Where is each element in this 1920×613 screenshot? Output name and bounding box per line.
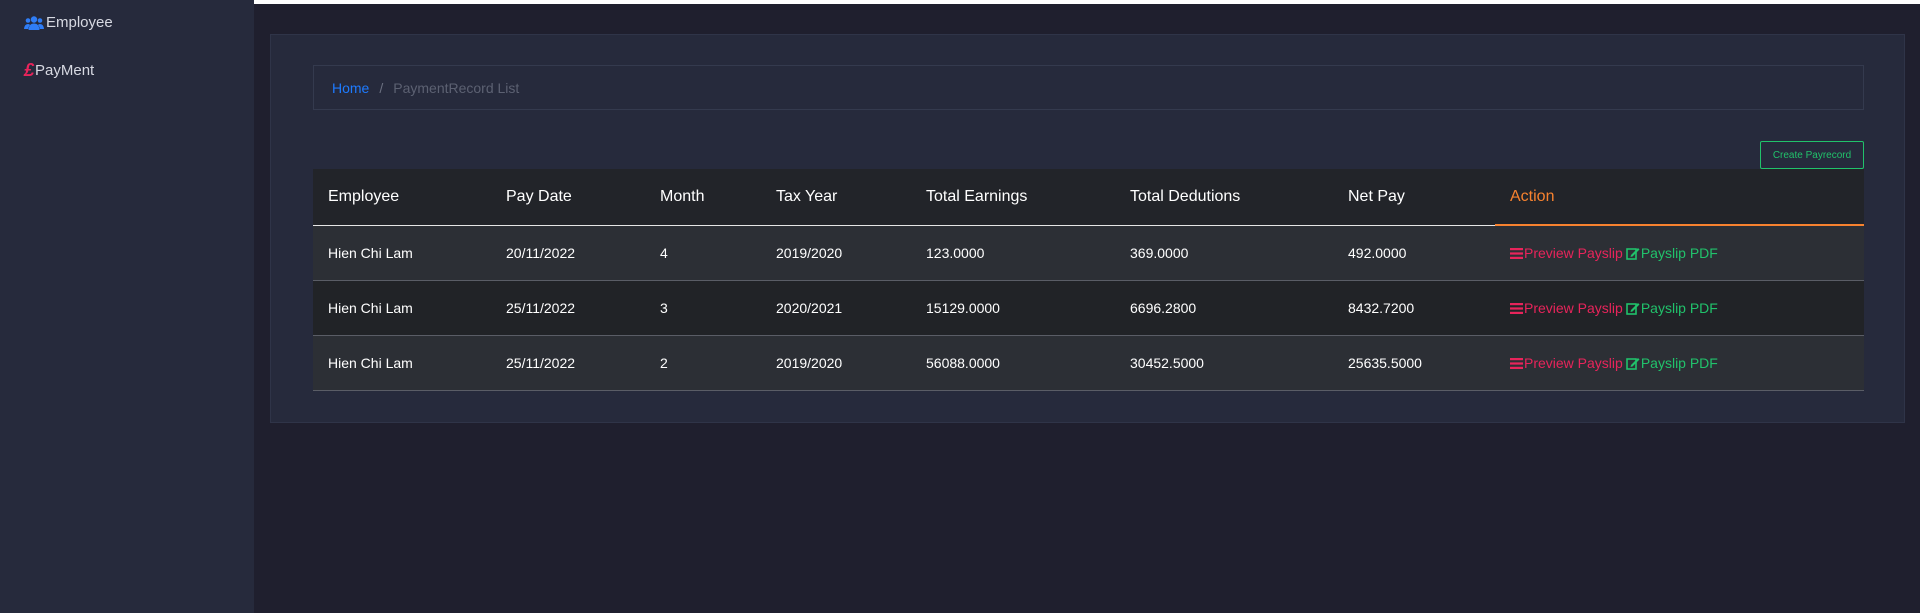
top-bar <box>254 0 1920 4</box>
bars-icon <box>1510 247 1523 259</box>
sidebar-item-label: PayMent <box>35 62 95 79</box>
cell-actions: Preview Payslip Payslip PDF <box>1495 281 1864 335</box>
preview-payslip-link[interactable]: Preview Payslip <box>1510 300 1623 316</box>
pound-icon: £ <box>24 60 35 80</box>
breadcrumb-current: PaymentRecord List <box>393 79 520 96</box>
preview-payslip-link[interactable]: Preview Payslip <box>1510 245 1623 261</box>
column-header-month: Month <box>660 188 705 205</box>
payslip-pdf-label: Payslip PDF <box>1640 355 1718 371</box>
cell-tax-year: 2019/2020 <box>776 245 843 261</box>
content-panel: Home / PaymentRecord List Create Payreco… <box>270 34 1905 423</box>
cell-tax-year: 2020/2021 <box>776 300 843 316</box>
cell-pay-date: 20/11/2022 <box>506 245 576 261</box>
cell-tax-year: 2019/2020 <box>776 355 843 371</box>
column-header-net-pay: Net Pay <box>1348 188 1405 205</box>
column-header-total-deductions: Total Dedutions <box>1130 188 1241 205</box>
preview-payslip-label: Preview Payslip <box>1524 300 1623 316</box>
table-row: Hien Chi Lam 20/11/2022 4 2019/2020 123.… <box>313 226 1864 281</box>
bars-icon <box>1510 357 1523 369</box>
breadcrumb-separator: / <box>379 79 384 96</box>
edit-icon <box>1626 302 1640 315</box>
table-header: Employee Pay Date Month Tax Year Total E… <box>313 169 1864 226</box>
cell-pay-date: 25/11/2022 <box>506 300 576 316</box>
cell-total-deductions: 6696.2800 <box>1130 300 1197 316</box>
cell-total-earnings: 15129.0000 <box>926 300 1000 316</box>
column-header-employee: Employee <box>328 188 400 205</box>
column-header-tax-year: Tax Year <box>776 188 838 205</box>
cell-actions: Preview Payslip Payslip PDF <box>1495 226 1864 280</box>
sidebar-item-payment[interactable]: £ PayMent <box>24 60 94 81</box>
edit-icon <box>1626 247 1640 260</box>
payslip-pdf-link[interactable]: Payslip PDF <box>1626 300 1718 316</box>
cell-month: 2 <box>660 355 668 371</box>
payment-record-table: Employee Pay Date Month Tax Year Total E… <box>313 169 1864 391</box>
edit-icon <box>1626 357 1640 370</box>
sidebar-item-employee[interactable]: Employee <box>24 14 113 31</box>
users-icon <box>24 15 44 30</box>
breadcrumb-home-link[interactable]: Home <box>332 80 369 96</box>
payslip-pdf-link[interactable]: Payslip PDF <box>1626 355 1718 371</box>
table-row: Hien Chi Lam 25/11/2022 2 2019/2020 5608… <box>313 336 1864 391</box>
cell-total-deductions: 30452.5000 <box>1130 355 1204 371</box>
column-header-pay-date: Pay Date <box>506 188 572 205</box>
cell-total-earnings: 123.0000 <box>926 245 985 261</box>
cell-employee: Hien Chi Lam <box>328 300 413 316</box>
bars-icon <box>1510 302 1523 314</box>
cell-month: 3 <box>660 300 668 316</box>
create-payrecord-button[interactable]: Create Payrecord <box>1760 141 1864 169</box>
cell-actions: Preview Payslip Payslip PDF <box>1495 336 1864 390</box>
payslip-pdf-label: Payslip PDF <box>1640 245 1718 261</box>
breadcrumb: Home / PaymentRecord List <box>313 65 1864 110</box>
sidebar: Employee £ PayMent <box>0 0 254 613</box>
cell-total-earnings: 56088.0000 <box>926 355 1000 371</box>
payslip-pdf-link[interactable]: Payslip PDF <box>1626 245 1718 261</box>
sidebar-item-label: Employee <box>46 14 113 31</box>
cell-month: 4 <box>660 245 668 261</box>
table-row: Hien Chi Lam 25/11/2022 3 2020/2021 1512… <box>313 281 1864 336</box>
column-header-action: Action <box>1495 169 1864 226</box>
cell-pay-date: 25/11/2022 <box>506 355 576 371</box>
cell-employee: Hien Chi Lam <box>328 245 413 261</box>
cell-net-pay: 8432.7200 <box>1348 300 1415 316</box>
preview-payslip-label: Preview Payslip <box>1524 355 1623 371</box>
cell-total-deductions: 369.0000 <box>1130 245 1189 261</box>
preview-payslip-label: Preview Payslip <box>1524 245 1623 261</box>
preview-payslip-link[interactable]: Preview Payslip <box>1510 355 1623 371</box>
cell-employee: Hien Chi Lam <box>328 355 413 371</box>
cell-net-pay: 25635.5000 <box>1348 355 1422 371</box>
payslip-pdf-label: Payslip PDF <box>1640 300 1718 316</box>
cell-net-pay: 492.0000 <box>1348 245 1407 261</box>
column-header-total-earnings: Total Earnings <box>926 188 1028 205</box>
